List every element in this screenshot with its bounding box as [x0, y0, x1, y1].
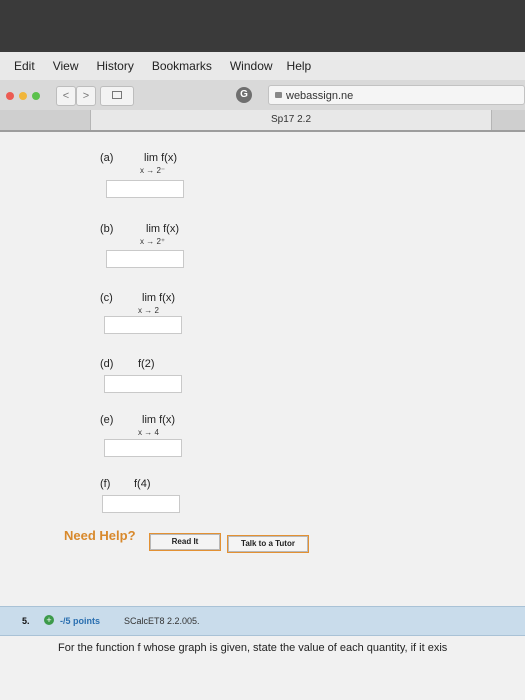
tab-active[interactable]: Sp17 2.2	[90, 110, 492, 130]
browser-toolbar: < > G webassign.ne	[0, 80, 525, 111]
question-expression: lim f(x)	[146, 223, 179, 235]
limit-subscript: x → 2	[138, 306, 159, 315]
address-url: webassign.ne	[286, 90, 354, 102]
question-expression: lim f(x)	[144, 152, 177, 164]
limit-subscript: x → 4	[138, 428, 159, 437]
lock-icon	[275, 92, 282, 99]
question-letter: (d)	[100, 358, 114, 370]
read-it-button[interactable]: Read It	[149, 533, 221, 551]
menu-item-view[interactable]: View	[53, 59, 79, 73]
zoom-window-button[interactable]	[32, 92, 40, 100]
grammarly-extension-icon[interactable]: G	[236, 87, 252, 103]
menu-item-history[interactable]: History	[96, 59, 133, 73]
menu-bar: Edit View History Bookmarks Window Help	[0, 52, 525, 80]
close-window-button[interactable]	[6, 92, 14, 100]
question-5-prompt: For the function f whose graph is given,…	[58, 642, 448, 654]
need-help-label: Need Help?	[64, 528, 136, 543]
answer-input-e[interactable]	[104, 439, 182, 457]
sidebar-toggle-button[interactable]	[100, 86, 134, 106]
question-letter: (f)	[100, 478, 111, 490]
limit-subscript: x → 2⁻	[140, 166, 166, 175]
answer-input-b[interactable]	[106, 250, 184, 268]
answer-input-d[interactable]	[104, 375, 182, 393]
menu-item-window[interactable]: Window	[230, 59, 273, 73]
question-letter: (b)	[100, 223, 114, 235]
address-bar[interactable]: webassign.ne	[268, 85, 525, 105]
answer-input-f[interactable]	[102, 495, 180, 513]
question-letter: (c)	[100, 292, 113, 304]
question-expression: lim f(x)	[142, 292, 175, 304]
plus-icon[interactable]: +	[44, 615, 54, 625]
points-label: -/5 points	[60, 616, 100, 626]
limit-subscript: x → 2⁺	[140, 237, 166, 246]
answer-input-c[interactable]	[104, 316, 182, 334]
question-expression: lim f(x)	[142, 414, 175, 426]
forward-button[interactable]: >	[76, 86, 96, 106]
minimize-window-button[interactable]	[19, 92, 27, 100]
sidebar-icon	[112, 91, 122, 99]
tab-strip: Sp17 2.2	[0, 110, 525, 130]
question-letter: (e)	[100, 414, 114, 426]
question-letter: (a)	[100, 152, 114, 164]
back-button[interactable]: <	[56, 86, 76, 106]
menu-item-help[interactable]: Help	[287, 59, 312, 73]
talk-to-tutor-button[interactable]: Talk to a Tutor	[227, 535, 309, 553]
question-expression: f(2)	[138, 358, 155, 370]
question-expression: f(4)	[134, 478, 151, 490]
question-number: 5.	[22, 616, 30, 626]
menu-item-bookmarks[interactable]: Bookmarks	[152, 59, 212, 73]
question-code: SCalcET8 2.2.005.	[124, 616, 200, 626]
menu-item-edit[interactable]: Edit	[14, 59, 35, 73]
page-content: (a) lim f(x) x → 2⁻ (b) lim f(x) x → 2⁺ …	[0, 132, 525, 700]
question-5-header: 5. + -/5 points SCalcET8 2.2.005.	[0, 606, 525, 636]
talk-to-tutor-label: Talk to a Tutor	[241, 539, 295, 548]
read-it-label: Read It	[171, 537, 199, 546]
answer-input-a[interactable]	[106, 180, 184, 198]
